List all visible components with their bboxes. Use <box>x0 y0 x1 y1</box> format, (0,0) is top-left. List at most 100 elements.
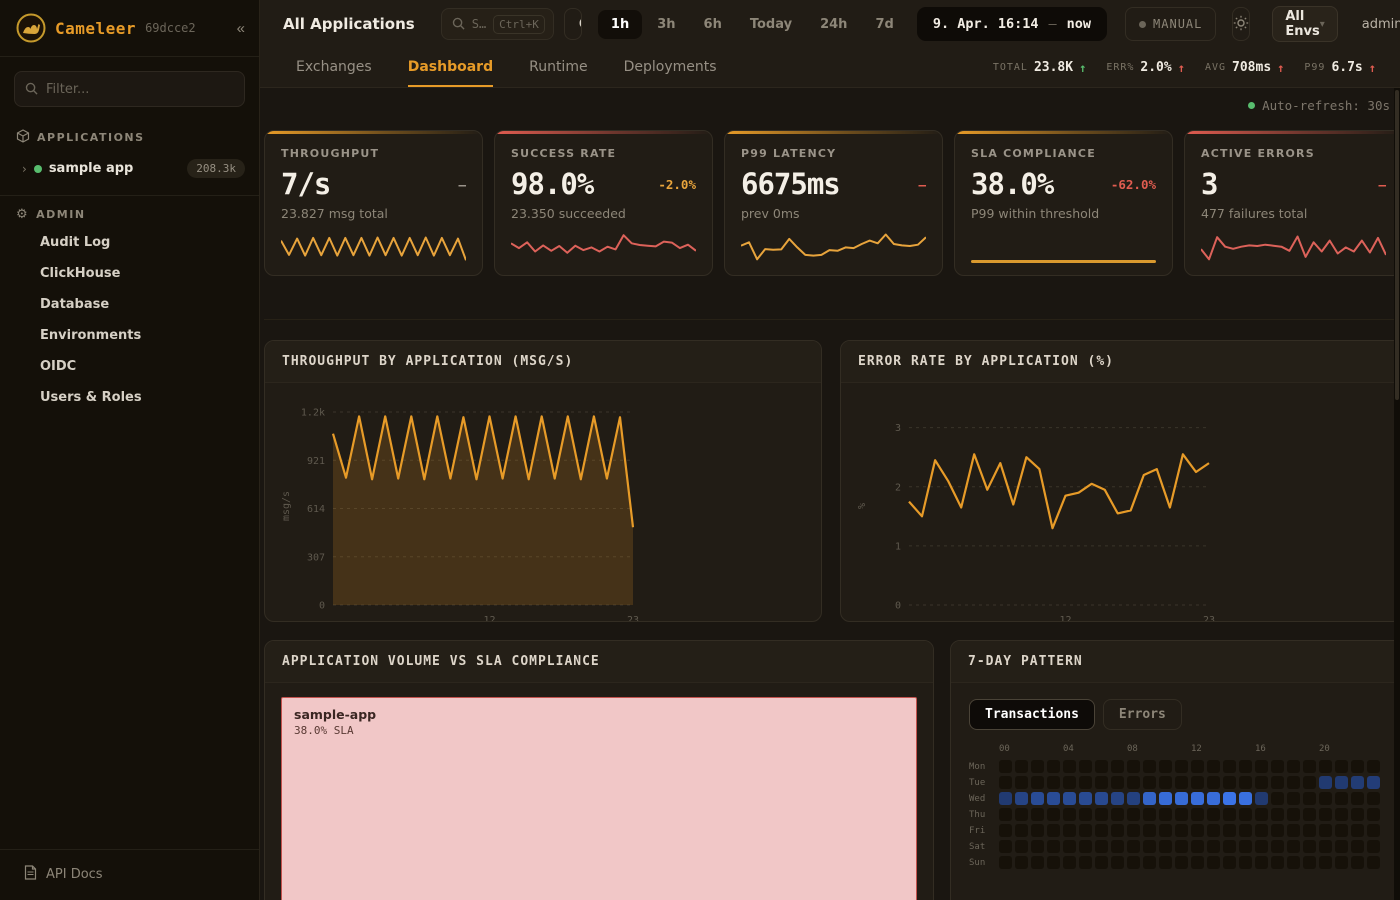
search-icon <box>452 15 465 34</box>
sla-treemap-tile[interactable]: sample-app38.0% SLA <box>281 697 917 900</box>
vertical-scrollbar[interactable] <box>1394 88 1400 900</box>
heatmap-cell <box>999 856 1012 869</box>
sidebar-filter-input[interactable] <box>46 82 234 97</box>
time-range-6h[interactable]: 6h <box>691 10 735 39</box>
heatmap-cell <box>1127 840 1140 853</box>
manual-refresh-button[interactable]: MANUAL <box>1125 7 1216 41</box>
heatmap-cell <box>1063 776 1076 789</box>
sidebar-item-users-roles[interactable]: Users & Roles <box>0 382 259 413</box>
throughput-chart: 03076149211.2k1223msg/s <box>265 383 821 622</box>
kpi-subtext: 477 failures total <box>1201 206 1386 221</box>
status-label: O <box>579 17 582 32</box>
connection-status-pill[interactable]: O <box>564 8 582 40</box>
svg-text:12: 12 <box>1059 615 1071 622</box>
heatmap-cell <box>1191 856 1204 869</box>
heatmap-cell <box>1047 824 1060 837</box>
time-range-today[interactable]: Today <box>737 10 805 39</box>
kpi-delta: -62.0% <box>1111 177 1156 192</box>
search-placeholder: S… <box>472 17 486 31</box>
section-divider <box>264 319 1400 320</box>
heatmap-cell <box>1239 840 1252 853</box>
sidebar-item-environments[interactable]: Environments <box>0 320 259 351</box>
heatmap-cell <box>1223 840 1236 853</box>
sidebar-item-audit-log[interactable]: Audit Log <box>0 227 259 258</box>
heatmap-cell <box>1191 840 1204 853</box>
tab-dashboard[interactable]: Dashboard <box>408 48 493 87</box>
time-range-7d[interactable]: 7d <box>862 10 906 39</box>
heatmap-cell <box>1223 824 1236 837</box>
heatmap-cell <box>1111 808 1124 821</box>
app-status-dot <box>34 165 42 173</box>
heatmap-cell <box>1319 824 1332 837</box>
heatmap-cell <box>1191 808 1204 821</box>
heatmap-cell <box>1095 776 1108 789</box>
global-search[interactable]: S… Ctrl+K <box>441 8 554 40</box>
heatmap-cell <box>1175 760 1188 773</box>
kpi-accent-bar <box>265 131 482 134</box>
heatmap-cell <box>1127 856 1140 869</box>
heatmap-cell <box>1319 856 1332 869</box>
heatmap-cell <box>1015 824 1028 837</box>
heatmap-hour-label <box>1079 744 1092 757</box>
applications-section-header: APPLICATIONS <box>0 117 259 152</box>
tab-exchanges[interactable]: Exchanges <box>296 48 372 87</box>
heatmap-cell <box>1079 856 1092 869</box>
heatmap-cell <box>1255 760 1268 773</box>
heatmap-cell <box>1207 808 1220 821</box>
heatmap-hour-label <box>1031 744 1044 757</box>
sidebar-filter[interactable] <box>14 71 245 107</box>
stat-trend-arrow-icon: ↑ <box>1079 61 1086 75</box>
sidebar-item-clickhouse[interactable]: ClickHouse <box>0 258 259 289</box>
time-range-24h[interactable]: 24h <box>807 10 860 39</box>
heatmap-cell <box>1223 856 1236 869</box>
kpi-value-row: 7/s– <box>281 167 466 201</box>
heatmap-cell <box>1143 808 1156 821</box>
heatmap-hour-label: 12 <box>1191 744 1204 757</box>
toggle-errors[interactable]: Errors <box>1103 699 1182 730</box>
heatmap-cell <box>1335 824 1348 837</box>
sidebar-item-database[interactable]: Database <box>0 289 259 320</box>
sun-icon <box>1233 15 1249 34</box>
kpi-value-row: 3– <box>1201 167 1386 201</box>
heatmap-cell <box>1255 824 1268 837</box>
tab-runtime[interactable]: Runtime <box>529 48 587 87</box>
heatmap-cell <box>1159 840 1172 853</box>
kpi-accent-bar <box>725 131 942 134</box>
applications-section-label: APPLICATIONS <box>37 131 145 144</box>
username-label: admin <box>1362 17 1400 32</box>
heatmap-cell <box>1255 776 1268 789</box>
heatmap-cell <box>1207 792 1220 805</box>
heatmap-cell <box>1095 840 1108 853</box>
heatmap-hour-label: 08 <box>1127 744 1140 757</box>
heatmap-cell <box>1191 824 1204 837</box>
sidebar-item-application[interactable]: ›sample app208.3k <box>0 152 259 185</box>
tab-deployments[interactable]: Deployments <box>624 48 717 87</box>
heatmap-cell <box>1271 856 1284 869</box>
heatmap-hour-label: 00 <box>999 744 1012 757</box>
environment-select[interactable]: All Envs ▾ <box>1272 6 1337 42</box>
heatmap-hour-label <box>1351 744 1364 757</box>
heatmap-cell <box>1031 792 1044 805</box>
document-icon <box>24 865 37 884</box>
heatmap-cell <box>1351 824 1364 837</box>
heatmap-cell <box>1015 840 1028 853</box>
heatmap-hour-label: 16 <box>1255 744 1268 757</box>
theme-toggle-button[interactable] <box>1232 7 1250 41</box>
time-range-1h[interactable]: 1h <box>598 10 642 39</box>
sidebar-item-oidc[interactable]: OIDC <box>0 351 259 382</box>
kpi-value: 6675ms <box>741 167 840 201</box>
time-window-display[interactable]: 9. Apr. 16:14 – now <box>917 7 1107 41</box>
scrollbar-thumb[interactable] <box>1395 90 1399 400</box>
heatmap-cell <box>1239 760 1252 773</box>
heatmap-cell <box>1079 808 1092 821</box>
time-range-3h[interactable]: 3h <box>644 10 688 39</box>
heatmap-cell <box>1367 792 1380 805</box>
heatmap-cell <box>1031 760 1044 773</box>
sidebar-collapse-button[interactable]: « <box>237 20 245 37</box>
toggle-transactions[interactable]: Transactions <box>969 699 1095 730</box>
heatmap-cell <box>1143 856 1156 869</box>
time-to: now <box>1067 16 1091 32</box>
heatmap-cell <box>1271 840 1284 853</box>
treemap-app-name: sample-app <box>294 707 904 722</box>
api-docs-link[interactable]: API Docs <box>0 850 259 900</box>
